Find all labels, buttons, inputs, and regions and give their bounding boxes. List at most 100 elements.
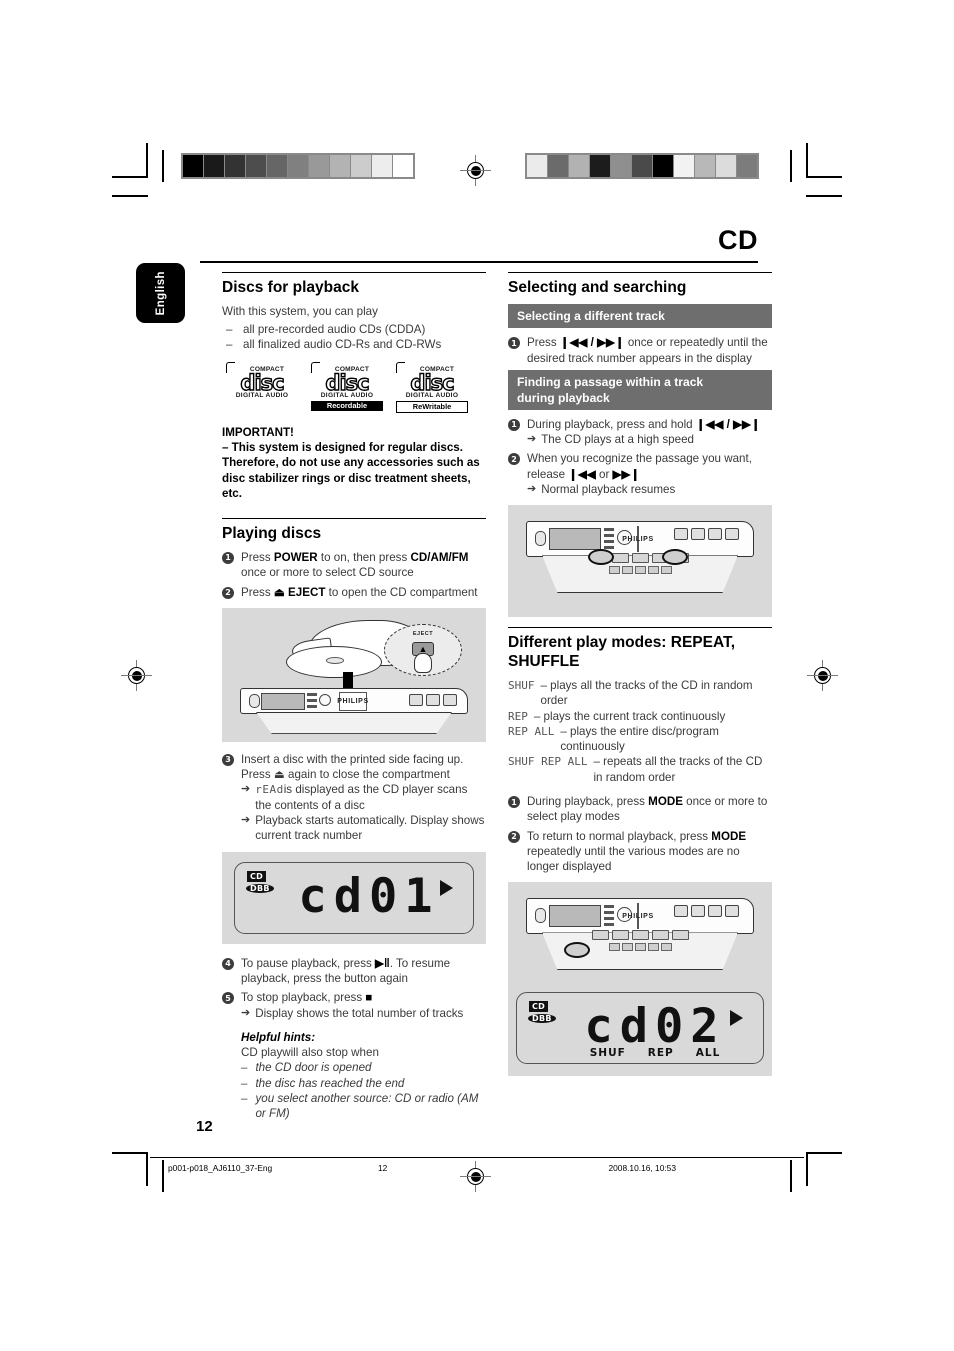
step-number: 2	[508, 453, 520, 466]
step-pre: Press	[527, 336, 560, 350]
step-number: 2	[222, 586, 234, 599]
eject-button-callout: EJECT ▲	[384, 623, 462, 676]
step-pre: Press	[241, 550, 274, 564]
illustration-display-cd01: CD DBB cd01	[222, 851, 486, 944]
finger-illustration	[414, 652, 432, 673]
calibration-swatch	[372, 155, 392, 177]
lcd-display: CD DBB cd01	[234, 861, 474, 934]
subheading-selecting-a-different-track: Selecting a different track	[508, 304, 772, 329]
step-3-result-2: ➔ Playback starts automatically. Display…	[241, 814, 485, 843]
step-post: to open the CD compartment	[325, 585, 478, 599]
crop-mark	[806, 195, 842, 197]
device-preset-key	[634, 566, 646, 575]
power-button-label: POWER	[273, 550, 318, 564]
compact-disc-rewritable-logo-icon: COMPACT disc DIGITAL AUDIO ReWritable	[396, 362, 468, 413]
step-2: 2 Press ⏏ EJECT to open the CD compartme…	[222, 585, 486, 600]
list-item: – all finalized audio CD-Rs and CD-RWs	[226, 337, 442, 351]
mode-step-2: 2 To return to normal playback, press MO…	[508, 829, 772, 875]
rep-indicator: REP	[647, 1047, 674, 1060]
calibration-swatch	[611, 155, 631, 177]
illustration-insert-disc: EJECT ▲ PHILIPS	[222, 607, 486, 742]
device-preset-key	[634, 943, 646, 952]
all-indicator: ALL	[695, 1047, 721, 1060]
step-number: 3	[222, 753, 234, 766]
grayscale-calibration-bar-right	[525, 153, 759, 179]
device-key	[631, 930, 649, 941]
device-button	[691, 905, 705, 918]
hints-list: – the CD door is opened – the disc has rea…	[241, 1060, 486, 1121]
step-text: To stop playback, press ■ ➔ Display show…	[241, 990, 486, 1121]
device-key	[651, 930, 669, 941]
mode-description: – repeats all the tracks of the CD in ra…	[593, 755, 763, 784]
device-preset-key	[608, 943, 620, 952]
calibration-swatch	[569, 155, 589, 177]
cd-am-fm-button-label: CD/AM/FM	[410, 550, 469, 564]
left-column: Discs for playback With this system, you…	[222, 272, 486, 1126]
subheading-finding-a-passage: Finding a passage within a track during …	[508, 369, 772, 410]
step-5-result: ➔ Display shows the total number of trac…	[241, 1006, 464, 1020]
lcd-read-text: rEAd	[255, 783, 284, 797]
step-3: 3 Insert a disc with the printed side fa…	[222, 752, 486, 844]
calibration-swatch	[330, 155, 350, 177]
device-button	[708, 528, 722, 541]
calibration-swatch	[590, 155, 610, 177]
brand-logo: PHILIPS	[337, 691, 368, 711]
mode-description: – plays the current track continuously	[533, 709, 726, 723]
step-5-pre: To stop playback, press	[241, 991, 366, 1005]
compact-disc-recordable-logo-icon: COMPACT disc DIGITAL AUDIO Recordable	[311, 362, 383, 413]
list-item: – all pre-recorded audio CDs (CDDA)	[226, 322, 426, 336]
step-text: To return to normal playback, press MODE…	[527, 829, 772, 875]
play-mode-rep-all: REP ALL – plays the entire disc/program c…	[508, 724, 772, 755]
step-pre: Press	[241, 585, 274, 599]
separator: /	[723, 417, 734, 431]
calibration-swatch	[527, 155, 547, 177]
step-pre: To return to normal playback, press	[527, 829, 712, 843]
step-number: 1	[222, 551, 234, 564]
list-item: – the disc has reached the end	[241, 1076, 405, 1090]
previous-track-icon: ❙◀◀	[695, 417, 724, 431]
step-post: repeatedly until the various modes are n…	[527, 844, 740, 874]
calibration-swatch	[225, 155, 245, 177]
calibration-swatch	[653, 155, 673, 177]
step-text: During playback, press and hold ❙◀◀ / ▶▶…	[527, 417, 772, 448]
discs-lead-text: With this system, you can play	[222, 305, 378, 319]
crop-mark	[112, 176, 148, 178]
device-button	[708, 905, 722, 918]
logo-digital-audio-label: DIGITAL AUDIO	[235, 392, 289, 400]
device-button	[691, 528, 705, 541]
step-number: 5	[222, 992, 234, 1005]
step-text: Insert a disc with the printed side faci…	[241, 752, 486, 844]
device-illustration: PHILIPS	[230, 687, 478, 734]
play-mode-shuf-rep-all: SHUF REP ALL – repeats all the tracks of …	[508, 754, 772, 785]
lcd-track-value: cd01	[298, 868, 440, 924]
device-key	[611, 930, 629, 941]
device-key	[631, 553, 649, 564]
finding-step-1: 1 During playback, press and hold ❙◀◀ / …	[508, 417, 772, 448]
previous-track-icon: ❙◀◀	[568, 467, 596, 481]
hint-text: you select another source: CD or radio (…	[255, 1092, 479, 1121]
step-pre: During playback, press and hold	[527, 417, 696, 431]
calibration-swatch	[267, 155, 287, 177]
heading-line-2: SHUFFLE	[508, 652, 580, 670]
crop-mark	[112, 1152, 148, 1154]
important-notice: IMPORTANT! – This system is designed for…	[222, 425, 486, 502]
calibration-swatch	[737, 155, 757, 177]
step-3-text: Insert a disc with the printed side faci…	[241, 752, 464, 782]
cd-logos-row: COMPACT disc DIGITAL AUDIO COMPACT disc …	[226, 362, 486, 413]
step-3-result-2-text: Playback starts automatically. Display s…	[255, 814, 485, 843]
device-button	[674, 528, 688, 541]
calibration-swatch	[183, 155, 203, 177]
mode-key: SHUF	[508, 678, 535, 692]
heading-playing-discs: Playing discs	[222, 517, 486, 543]
mode-key: SHUF REP ALL	[508, 755, 588, 769]
device-button	[725, 528, 739, 541]
next-track-icon: ▶▶❙	[733, 417, 761, 431]
logo-rewritable-tag: ReWritable	[396, 401, 468, 413]
device-button	[409, 693, 423, 706]
step-number: 1	[508, 796, 520, 808]
step-post: once or more to select CD source	[241, 566, 414, 580]
step-4: 4 To pause playback, press ▶‖. To resume…	[222, 956, 486, 987]
step-number: 1	[508, 418, 520, 431]
page-number: 12	[196, 1118, 213, 1135]
footer: p001-p018_AJ6110_37-Eng 12 2008.10.16, 1…	[168, 1163, 794, 1173]
